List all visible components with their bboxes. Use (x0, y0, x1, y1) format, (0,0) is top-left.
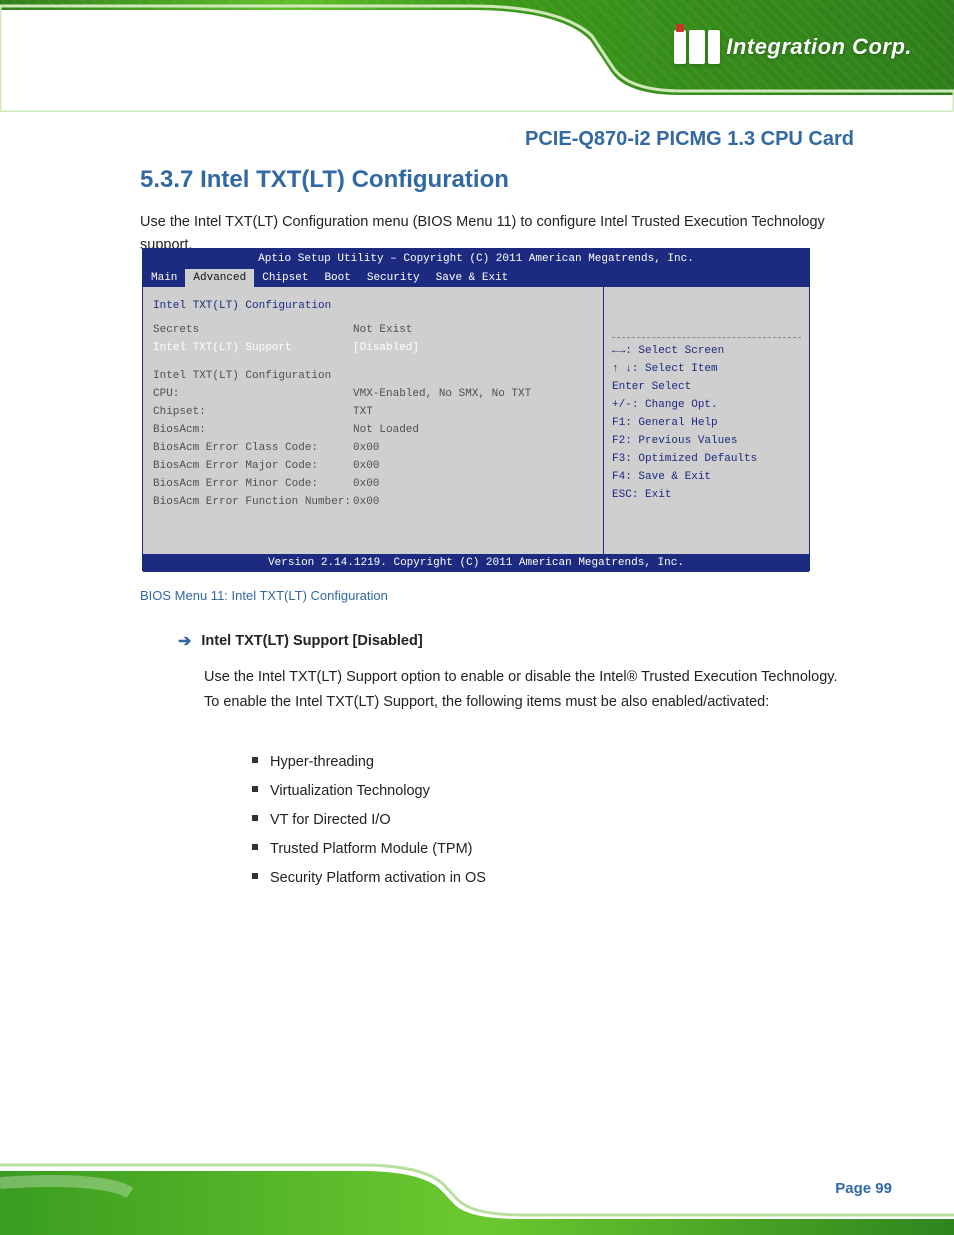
tab-chipset[interactable]: Chipset (254, 269, 316, 287)
bios-row: BiosAcm Error Function Number:0x00 (153, 493, 593, 511)
option-heading-text: Intel TXT(LT) Support [Disabled] (201, 633, 422, 649)
section-number: 5.3.7 (140, 166, 193, 193)
bios-right-panel: ←→: Select Screen ↑ ↓: Select Item Enter… (603, 287, 809, 554)
bullet-icon (252, 815, 258, 821)
key-left-right-icon: ←→ (612, 345, 625, 357)
bios-setup-title: Aptio Setup Utility – Copyright (C) 2011… (143, 249, 809, 269)
tab-advanced[interactable]: Advanced (185, 269, 254, 287)
key-hint: F3: Optimized Defaults (612, 450, 801, 468)
bios-row: BiosAcm:Not Loaded (153, 421, 593, 439)
bios-tabs: Main Advanced Chipset Boot Security Save… (143, 269, 809, 287)
bottom-banner (0, 1131, 954, 1235)
section-name: Intel TXT(LT) Configuration (200, 166, 509, 193)
bios-row-selected: Intel TXT(LT) Support[Disabled] (153, 339, 593, 357)
bios-row: BiosAcm Error Major Code:0x00 (153, 457, 593, 475)
doc-title: PCIE-Q870-i2 PICMG 1.3 CPU Card (525, 128, 854, 151)
tab-boot[interactable]: Boot (316, 269, 358, 287)
bullet-icon (252, 873, 258, 879)
bios-row: Intel TXT(LT) Configuration (153, 367, 593, 385)
tab-security[interactable]: Security (359, 269, 428, 287)
list-item: Trusted Platform Module (TPM) (270, 835, 486, 864)
bullet-icon (252, 757, 258, 763)
tab-main[interactable]: Main (143, 269, 185, 287)
bios-row: CPU:VMX-Enabled, No SMX, No TXT (153, 385, 593, 403)
bios-row: BiosAcm Error Class Code:0x00 (153, 439, 593, 457)
page-number: Page 99 (835, 1180, 892, 1197)
bios-caption: BIOS Menu 11: Intel TXT(LT) Configuratio… (140, 588, 388, 603)
bios-footer: Version 2.14.1219. Copyright (C) 2011 Am… (143, 554, 809, 572)
bullet-icon (252, 786, 258, 792)
option-description: Use the Intel TXT(LT) Support option to … (204, 665, 840, 714)
list-item: Hyper-threading (270, 748, 486, 777)
iei-icon (674, 30, 720, 64)
key-hint: ESC: Exit (612, 486, 801, 504)
bios-row: Chipset:TXT (153, 403, 593, 421)
key-up-down-icon: ↑ ↓ (612, 363, 632, 375)
logo-block: Integration Corp. (674, 30, 912, 64)
section-title: 5.3.7 Intel TXT(LT) Configuration (140, 166, 509, 194)
key-hint: Enter Select (612, 378, 801, 396)
list-item: VT for Directed I/O (270, 806, 486, 835)
logo-text: Integration Corp. (726, 34, 912, 60)
bios-left-panel: Intel TXT(LT) Configuration SecretsNot E… (143, 287, 603, 554)
key-hint: F1: General Help (612, 414, 801, 432)
tab-save-exit[interactable]: Save & Exit (428, 269, 517, 287)
bios-left-header: Intel TXT(LT) Configuration (153, 297, 593, 315)
arrow-right-icon: ➔ (178, 631, 191, 651)
key-hint: ↑ ↓: Select Item (612, 360, 801, 378)
list-item: Security Platform activation in OS (270, 864, 486, 893)
requirements-list: Hyper-threading Virtualization Technolog… (270, 748, 486, 893)
key-hint: ←→: Select Screen (612, 342, 801, 360)
option-heading: ➔ Intel TXT(LT) Support [Disabled] (178, 631, 423, 651)
key-hint: +/-: Change Opt. (612, 396, 801, 414)
key-hint: F4: Save & Exit (612, 468, 801, 486)
bios-row: BiosAcm Error Minor Code:0x00 (153, 475, 593, 493)
key-hint: F2: Previous Values (612, 432, 801, 450)
bullet-icon (252, 844, 258, 850)
bios-box: Aptio Setup Utility – Copyright (C) 2011… (142, 248, 810, 571)
list-item: Virtualization Technology (270, 777, 486, 806)
bios-row: SecretsNot Exist (153, 321, 593, 339)
